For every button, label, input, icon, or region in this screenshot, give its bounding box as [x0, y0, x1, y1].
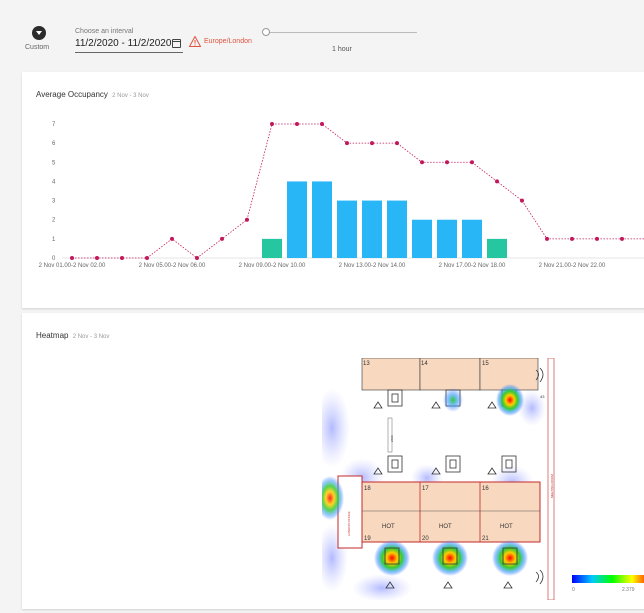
occupancy-point[interactable] — [520, 198, 524, 203]
timezone-label[interactable]: Europe/London — [204, 38, 252, 45]
occupancy-card: Average Occupancy 2 Nov - 3 Nov 01234567… — [22, 72, 644, 308]
y-tick-label: 4 — [52, 179, 56, 185]
occupancy-bar[interactable] — [487, 238, 507, 258]
interval-caption: Choose an interval — [75, 28, 134, 35]
room-15-label: 15 — [482, 361, 489, 367]
occupancy-bar[interactable] — [312, 181, 332, 258]
warning-icon — [189, 36, 201, 47]
heatmap-title-text: Heatmap — [36, 331, 69, 340]
x-tick-label: 2 Nov 17.00-2 Nov 18.00 — [439, 263, 506, 269]
x-tick-label: 2 Nov 01.00-2 Nov 02.00 — [39, 263, 106, 269]
svg-text:2690: 2690 — [390, 435, 394, 442]
interval-slider-thumb[interactable] — [262, 28, 270, 36]
occupancy-point[interactable] — [95, 256, 99, 260]
occupancy-point[interactable] — [270, 122, 274, 126]
y-tick-label: 2 — [52, 218, 56, 224]
heatmap-legend-bar — [572, 575, 644, 583]
occupancy-point[interactable] — [120, 256, 124, 260]
slider-value-label: 1 hour — [332, 46, 352, 53]
occupancy-bar[interactable] — [437, 219, 457, 258]
occupancy-point[interactable] — [370, 141, 374, 146]
occupancy-point[interactable] — [345, 141, 349, 146]
occupancy-bar[interactable] — [262, 238, 282, 258]
occupancy-point[interactable] — [570, 236, 574, 241]
interval-input[interactable]: 11/2/2020 - 11/2/2020 — [75, 38, 183, 53]
occupancy-point[interactable] — [70, 256, 74, 260]
svg-text:43: 43 — [540, 394, 545, 399]
room-14-label: 14 — [421, 361, 428, 367]
occupancy-point[interactable] — [295, 122, 299, 126]
room-19-label: 19 — [364, 536, 371, 542]
room-16-label: 16 — [482, 486, 489, 492]
occupancy-point[interactable] — [170, 236, 174, 241]
occupancy-point[interactable] — [195, 256, 199, 260]
occupancy-point[interactable] — [620, 236, 624, 241]
occupancy-chart: 0 1 2 3 4 5 6 7 2 Nov 01.00-2 Nov 02.00 2 Nov 05.… — [39, 122, 644, 269]
occupancy-bar[interactable] — [337, 200, 357, 258]
occupancy-bar[interactable] — [387, 200, 407, 258]
filter-bar: Custom Choose an interval 11/2/2020 - 11… — [0, 0, 644, 68]
occupancy-point[interactable] — [595, 236, 599, 241]
y-tick-label: 1 — [52, 237, 56, 243]
heatmap-card: Heatmap 2 Nov - 3 Nov 13 14 15 2690 LOND… — [22, 313, 644, 609]
svg-text:LONDON OFFICE: LONDON OFFICE — [347, 511, 351, 536]
heatmap-date-range: 2 Nov - 3 Nov — [72, 334, 110, 340]
room-21-hot-label: HOT — [500, 524, 513, 530]
heatmap-floorplan: 13 14 15 2690 LONDON OFFICE 18 17 16 19 … — [322, 358, 560, 600]
room-18-label: 18 — [364, 486, 371, 492]
x-tick-label: 2 Nov 05.00-2 Nov 06.00 — [139, 263, 206, 269]
heatmap-title: Heatmap 2 Nov - 3 Nov — [36, 331, 109, 340]
occupancy-bar[interactable] — [362, 200, 382, 258]
y-tick-label: 6 — [52, 141, 56, 147]
room-17-label: 17 — [422, 486, 429, 492]
room-13-label: 13 — [363, 361, 370, 367]
occupancy-point[interactable] — [545, 236, 549, 241]
calendar-icon[interactable] — [172, 39, 181, 48]
occupancy-point[interactable] — [395, 141, 399, 146]
heatmap-legend-max: 2.379 — [622, 587, 635, 593]
x-tick-label: 2 Nov 09.00-2 Nov 10.00 — [239, 263, 306, 269]
occupancy-point[interactable] — [245, 217, 249, 222]
interval-slider-track[interactable] — [265, 32, 417, 33]
room-20-label: 20 — [422, 536, 429, 542]
occupancy-point[interactable] — [445, 160, 449, 165]
room-20-hot-label: HOT — [439, 524, 452, 530]
occupancy-bar[interactable] — [412, 219, 432, 258]
lower-room-block: LONDON OFFICE 18 17 16 19 20 21 HOT HOT … — [337, 475, 541, 549]
custom-label: Custom — [25, 44, 50, 51]
y-tick-label: 0 — [52, 256, 56, 262]
occupancy-point[interactable] — [495, 179, 499, 184]
room-19-hot-label: HOT — [382, 524, 395, 530]
x-tick-label: 2 Nov 21.00-2 Nov 22.00 — [539, 263, 606, 269]
occupancy-bar[interactable] — [462, 219, 482, 258]
floorplan-drawing: 13 14 15 2690 LONDON OFFICE 18 17 16 19 … — [322, 358, 560, 600]
svg-text:MEETING ROOM: MEETING ROOM — [550, 474, 554, 498]
room-21-label: 21 — [482, 536, 489, 542]
y-tick-label: 5 — [52, 160, 56, 166]
occupancy-line — [72, 123, 644, 259]
occupancy-point[interactable] — [420, 160, 424, 165]
occupancy-bar[interactable] — [287, 181, 307, 258]
x-tick-label: 2 Nov 13.00-2 Nov 14.00 — [339, 263, 406, 269]
heatmap-legend-min: 0 — [572, 587, 575, 593]
custom-interval-toggle[interactable] — [32, 26, 46, 40]
y-tick-label: 3 — [52, 199, 56, 205]
occupancy-point[interactable] — [470, 160, 474, 165]
occupancy-point[interactable] — [145, 256, 149, 260]
y-tick-label: 7 — [52, 122, 56, 128]
occupancy-point[interactable] — [220, 236, 224, 241]
occupancy-point[interactable] — [320, 122, 324, 126]
